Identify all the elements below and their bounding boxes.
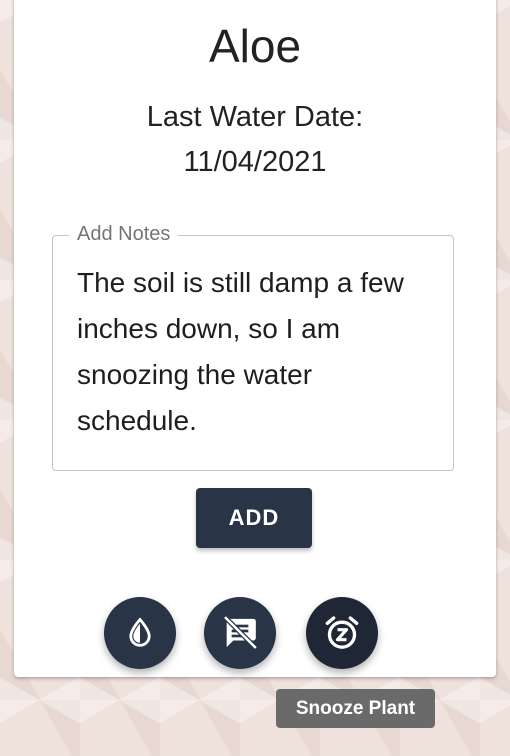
last-water-label: Last Water Date: bbox=[146, 101, 364, 133]
plant-name: Aloe bbox=[208, 20, 302, 72]
snooze-alarm-icon bbox=[325, 616, 359, 649]
water-plant-button[interactable] bbox=[104, 597, 176, 669]
water-drop-icon bbox=[129, 617, 151, 647]
notes-value[interactable]: The soil is still damp a few inches down… bbox=[77, 260, 423, 444]
plant-card: Aloe Last Water Date: 11/04/2021 Add Not… bbox=[14, 0, 496, 677]
last-water-date: 11/04/2021 bbox=[183, 146, 327, 178]
comments-disabled-icon bbox=[223, 615, 258, 650]
notes-label: Add Notes bbox=[69, 221, 179, 247]
snooze-plant-button[interactable] bbox=[306, 597, 378, 669]
notes-textarea[interactable]: Add Notes The soil is still damp a few i… bbox=[52, 221, 454, 471]
snooze-tooltip: Snooze Plant bbox=[276, 689, 435, 728]
comments-disabled-button[interactable] bbox=[204, 597, 276, 669]
add-note-button[interactable]: ADD bbox=[196, 488, 312, 548]
